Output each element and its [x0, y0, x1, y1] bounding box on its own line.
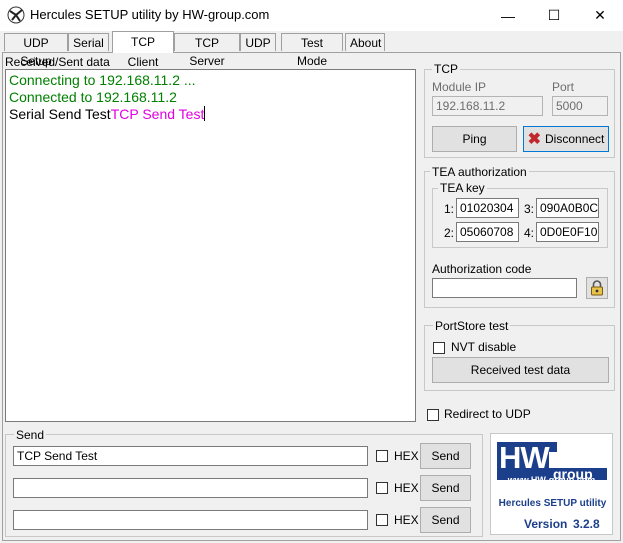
text-caret [204, 106, 206, 121]
received-test-data-button[interactable]: Received test data [432, 357, 609, 383]
send-button-2[interactable]: Send [420, 475, 471, 501]
close-button[interactable]: ✕ [577, 0, 623, 31]
logo-url: www.HW-group.com [507, 475, 596, 485]
logo-product-name: Hercules SETUP utility [498, 498, 607, 509]
nvt-disable-label: NVT disable [451, 340, 517, 354]
tea-key4-label: 4: [524, 226, 535, 240]
tea-key3-field[interactable]: 090A0B0C [536, 198, 599, 218]
authorization-code-field[interactable] [432, 278, 577, 298]
module-ip-field[interactable]: 192.168.11.2 [432, 96, 543, 116]
window-title: Hercules SETUP utility by HW-group.com [30, 7, 270, 22]
received-data-area[interactable]: Connecting to 192.168.11.2 ... Connected… [5, 69, 416, 422]
disconnect-button[interactable]: ✖ Disconnect [523, 126, 609, 152]
ping-label: Ping [462, 132, 487, 146]
tab-about[interactable]: About [345, 33, 385, 51]
hex-checkbox-3[interactable] [376, 514, 388, 526]
ping-button[interactable]: Ping [432, 126, 517, 152]
tab-udp-setup[interactable]: UDP Setup [4, 33, 68, 68]
hex-checkbox-1[interactable] [376, 450, 388, 462]
send-input-3[interactable] [13, 510, 368, 530]
tea-key2-field[interactable]: 05060708 [456, 222, 519, 242]
close-icon: ✕ [594, 7, 606, 23]
hex-checkbox-2[interactable] [376, 482, 388, 494]
tea-key1-label: 1: [444, 202, 455, 216]
nvt-disable-checkbox[interactable] [433, 342, 445, 354]
disconnect-x-icon: ✖ [527, 131, 542, 148]
lock-icon [591, 280, 603, 296]
lock-button[interactable] [586, 277, 608, 299]
tab-test-mode[interactable]: Test Mode [281, 33, 343, 68]
port-field[interactable]: 5000 [552, 96, 608, 116]
hw-group-logo-panel[interactable]: HW group www.HW-group.com Hercules SETUP… [490, 433, 613, 535]
send-input-1[interactable]: TCP Send Test [13, 446, 368, 466]
hex-label-2: HEX [394, 481, 419, 495]
received-test-data-label: Received test data [470, 363, 571, 377]
tcp-group-label: TCP [432, 62, 460, 76]
redirect-to-udp-checkbox[interactable] [427, 409, 439, 421]
tea-group-label: TEA authorization [430, 165, 529, 179]
received-line: Connected to 192.168.11.2 [9, 89, 177, 105]
send-button-label: Send [431, 513, 460, 527]
tea-key-label: TEA key [438, 181, 487, 195]
minimize-button[interactable]: — [485, 0, 531, 31]
authorization-code-label: Authorization code [432, 262, 532, 276]
tcp-sent-text: TCP Send Test [110, 106, 205, 122]
serial-sent-text: Serial Send Test [9, 106, 111, 122]
tea-key2-label: 2: [444, 226, 455, 240]
received-line: Connecting to 192.168.11.2 ... [9, 72, 196, 88]
version-value: 3.2.8 [573, 517, 600, 531]
maximize-icon: ☐ [547, 7, 561, 23]
send-button-1[interactable]: Send [420, 443, 471, 469]
received-sent-label: Received/Sent data [5, 55, 110, 69]
send-button-label: Send [431, 481, 460, 495]
portstore-group-label: PortStore test [433, 319, 511, 333]
hex-label-3: HEX [394, 513, 419, 527]
send-input-2[interactable] [13, 478, 368, 498]
tab-tcp-server[interactable]: TCP Server [174, 33, 240, 68]
hex-label-1: HEX [394, 449, 419, 463]
brand-hw: HW [499, 440, 550, 475]
tab-serial[interactable]: Serial [68, 33, 109, 51]
send-group-label: Send [14, 428, 47, 442]
send-button-3[interactable]: Send [420, 507, 471, 533]
hercules-app-icon [7, 6, 25, 24]
tea-key1-field[interactable]: 01020304 [456, 198, 519, 218]
send-button-label: Send [431, 449, 460, 463]
tab-udp[interactable]: UDP [240, 33, 276, 51]
received-line: Serial Send TestTCP Send Test [9, 106, 206, 122]
redirect-to-udp-label: Redirect to UDP [444, 407, 531, 421]
tea-key4-field[interactable]: 0D0E0F10 [536, 222, 599, 242]
disconnect-label: Disconnect [545, 132, 605, 146]
maximize-button[interactable]: ☐ [531, 0, 577, 31]
module-ip-label: Module IP [432, 80, 487, 94]
tea-key3-label: 3: [524, 202, 535, 216]
port-label: Port [552, 80, 575, 94]
tab-tcp-client[interactable]: TCP Client [112, 31, 174, 69]
version-label: Version [524, 517, 568, 531]
minimize-icon: — [501, 7, 515, 24]
